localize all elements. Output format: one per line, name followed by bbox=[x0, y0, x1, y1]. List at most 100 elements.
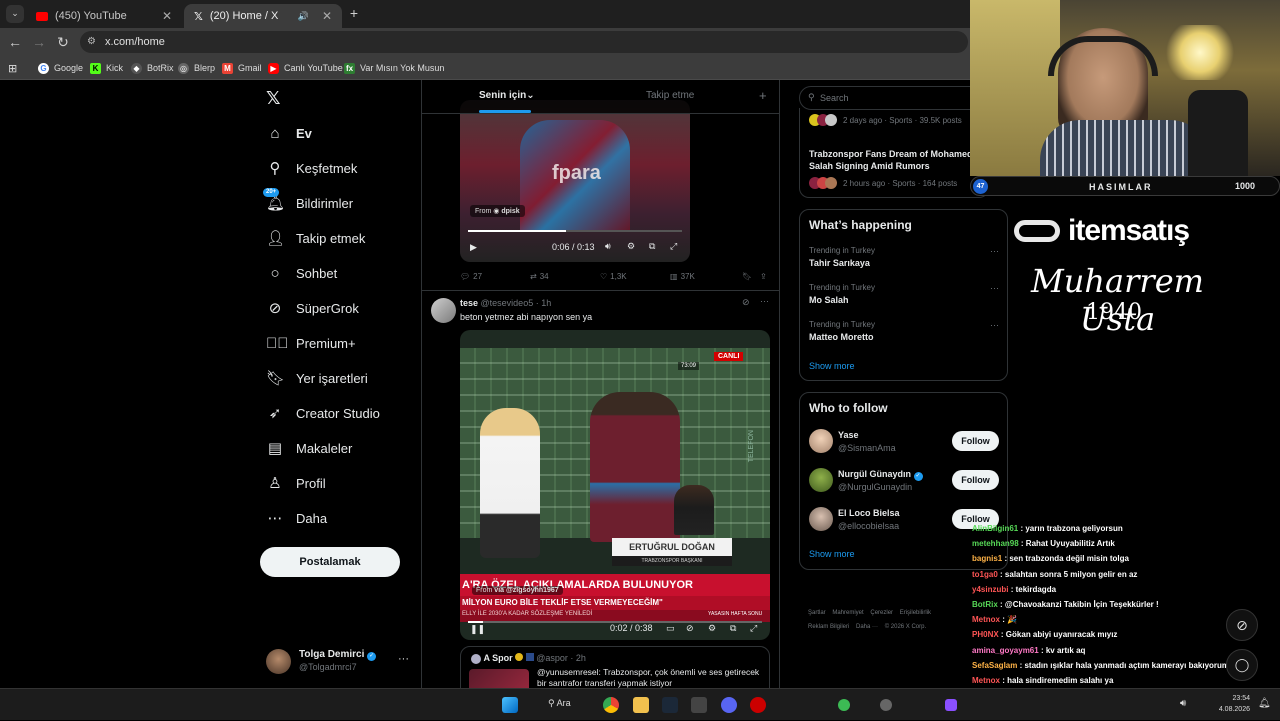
show-more-link[interactable]: Show more bbox=[809, 549, 855, 559]
video-player[interactable]: fpara From ◉ dpisk ▶ 0:06 / 0:13 🔊︎ ⚙ ⧉ … bbox=[460, 100, 690, 262]
footer-privacy[interactable]: Mahremiyet bbox=[832, 610, 863, 616]
tab-youtube[interactable]: (450) YouTube ✕ bbox=[26, 4, 182, 28]
messages-icon[interactable]: ◯ bbox=[1226, 649, 1258, 681]
chat-username[interactable]: BotRix bbox=[972, 600, 998, 609]
search-input[interactable]: ⚲ Search bbox=[799, 86, 989, 110]
notification-center-icon[interactable]: 🔔︎ bbox=[1258, 698, 1271, 709]
close-icon[interactable]: ✕ bbox=[322, 9, 332, 23]
footer-accessibility[interactable]: Erişilebilirlik bbox=[900, 610, 931, 616]
discord-icon[interactable] bbox=[721, 697, 737, 713]
bookmark-google[interactable]: G Google bbox=[38, 60, 83, 76]
forward-icon[interactable]: → bbox=[31, 34, 47, 50]
steam-icon[interactable] bbox=[662, 697, 678, 713]
x-logo-icon[interactable]: 𝕏 bbox=[266, 88, 281, 109]
site-info-icon[interactable]: ⚙ bbox=[87, 31, 96, 53]
reload-icon[interactable]: ↻ bbox=[55, 34, 71, 50]
repost-button[interactable]: ⇄ 34 bbox=[530, 272, 549, 281]
back-icon[interactable]: ← bbox=[7, 34, 23, 50]
account-switcher[interactable]: Tolga Demirci ✓ @Tolgadmrci7 ··· bbox=[266, 647, 410, 677]
video-source-label[interactable]: From ◉ dpisk bbox=[470, 205, 525, 217]
chat-username[interactable]: PH0NX bbox=[972, 630, 999, 639]
miniplayer-icon[interactable]: ⧉ bbox=[649, 241, 655, 252]
quoted-post[interactable]: A Spor @aspor · 2h @yunusemresel: Trabzo… bbox=[460, 646, 770, 688]
bookmark-kick[interactable]: K Kick bbox=[90, 60, 123, 76]
nav-creator-studio[interactable]: ➶ Creator Studio bbox=[266, 398, 380, 428]
chat-username[interactable]: amina_goyaym61 bbox=[972, 646, 1039, 655]
more-icon[interactable]: ··· bbox=[990, 283, 999, 293]
footer-terms[interactable]: Şartlar bbox=[808, 610, 826, 616]
more-icon[interactable]: ··· bbox=[398, 653, 409, 665]
address-input[interactable]: ⚙ x.com/home bbox=[80, 31, 968, 53]
nav-notifications[interactable]: 🔔︎ 20+ Bildirimler bbox=[263, 188, 353, 218]
footer-cookies[interactable]: Çerezler bbox=[870, 610, 893, 616]
close-icon[interactable]: ✕ bbox=[162, 9, 172, 23]
nav-premium[interactable]: ✓⃝ Premium+ bbox=[266, 328, 356, 358]
more-icon[interactable]: ··· bbox=[990, 320, 999, 330]
nav-explore[interactable]: ⚲ Keşfetmek bbox=[266, 153, 358, 183]
bookmark-canli-youtube[interactable]: ▶ Canlı YouTube bbox=[268, 60, 343, 76]
trend-item[interactable]: Trending in Turkey Matteo Moretto ··· bbox=[809, 320, 1004, 342]
tray-app-icon[interactable] bbox=[945, 699, 957, 711]
suggestion-name[interactable]: Nurgül Günaydın ✓ bbox=[838, 469, 923, 481]
trend-item[interactable]: Trending in Turkey Tahir Sarıkaya ··· bbox=[809, 246, 1004, 268]
video-source-label[interactable]: From via @zigsoyhn1967 bbox=[472, 586, 563, 595]
nav-more[interactable]: ⋯ Daha bbox=[266, 503, 328, 533]
author-name[interactable]: tese bbox=[460, 298, 478, 308]
author-handle[interactable]: @tesevideo5 bbox=[481, 298, 534, 308]
chat-username[interactable]: Metnox bbox=[972, 615, 1000, 624]
tab-search-button[interactable]: ⌄ bbox=[6, 5, 24, 23]
settings-icon[interactable]: ⚙ bbox=[627, 241, 635, 252]
nav-home[interactable]: ⌂ Ev bbox=[266, 118, 311, 148]
news-headline[interactable]: Trabzonspor Fans Dream of Mohamed Salah … bbox=[809, 148, 987, 172]
tray-app-icon[interactable] bbox=[838, 699, 850, 711]
miniplayer-icon[interactable]: ⧉ bbox=[730, 623, 736, 634]
bookmark-var-misin[interactable]: fx Var Mısın Yok Musun bbox=[344, 60, 444, 76]
chat-username[interactable]: SefaSaglam bbox=[972, 661, 1017, 670]
footer-ads-info[interactable]: Reklam Bilgileri bbox=[808, 624, 849, 630]
app-icon[interactable] bbox=[691, 697, 707, 713]
clock[interactable]: 23:54 4.08.2026 bbox=[1204, 693, 1250, 715]
tab-for-you[interactable]: Senin için⌄ bbox=[479, 90, 535, 101]
volume-icon[interactable]: 🔊︎ bbox=[605, 241, 611, 252]
tab-following[interactable]: Takip etme bbox=[646, 90, 694, 101]
like-button[interactable]: ♡ 1,3K bbox=[600, 272, 627, 281]
chrome-icon[interactable] bbox=[603, 697, 619, 713]
chat-username[interactable]: AlinBilgin61 bbox=[972, 524, 1018, 533]
nav-supergrok[interactable]: ⊘ SüperGrok bbox=[266, 293, 359, 323]
mute-icon[interactable]: ⊘ bbox=[686, 623, 694, 634]
post-button[interactable]: Postalamak bbox=[260, 547, 400, 577]
bookmark-gmail[interactable]: M Gmail bbox=[222, 60, 262, 76]
chat-username[interactable]: metehhan98 bbox=[972, 539, 1019, 548]
views-button[interactable]: ▥ 37K bbox=[670, 272, 695, 281]
more-icon[interactable]: ··· bbox=[760, 296, 769, 306]
file-explorer-icon[interactable] bbox=[633, 697, 649, 713]
taskbar-search[interactable]: ⚲ Ara bbox=[548, 698, 571, 709]
follow-button[interactable]: Follow bbox=[952, 431, 999, 451]
avatar[interactable] bbox=[809, 429, 833, 453]
video-player[interactable]: CANLI 73:09 TELEFON ERTUĞRUL DOĞAN TRABZ… bbox=[460, 330, 770, 640]
nav-bookmarks[interactable]: 🔖︎ Yer işaretleri bbox=[266, 363, 368, 393]
tab-x-home[interactable]: 𝕏 (20) Home / X 🔊 ✕ bbox=[184, 4, 342, 28]
follow-button[interactable]: Follow bbox=[952, 470, 999, 490]
recording-app-icon[interactable] bbox=[750, 697, 766, 713]
volume-icon[interactable]: 🔊︎ bbox=[1180, 698, 1186, 709]
chat-username[interactable]: bagnis1 bbox=[972, 554, 1002, 563]
windows-start-icon[interactable] bbox=[502, 697, 518, 713]
footer-more[interactable]: Daha ··· bbox=[856, 624, 878, 630]
bookmark-blerp[interactable]: ◎ Blerp bbox=[178, 60, 215, 76]
avatar[interactable] bbox=[809, 507, 833, 531]
new-tab-button[interactable]: + bbox=[346, 5, 362, 21]
more-icon[interactable]: ··· bbox=[990, 246, 999, 256]
chat-username[interactable]: Metnox bbox=[972, 676, 1000, 685]
apps-icon[interactable]: ⊞ bbox=[8, 60, 17, 76]
settings-icon[interactable]: ⚙ bbox=[708, 623, 716, 634]
trend-item[interactable]: Trending in Turkey Mo Salah ··· bbox=[809, 283, 1004, 305]
pause-icon[interactable]: ❚❚ bbox=[470, 624, 485, 635]
grok-icon[interactable]: ⊘ bbox=[1226, 609, 1258, 641]
grok-icon[interactable]: ⊘ bbox=[742, 297, 750, 308]
fullscreen-icon[interactable]: ⤢ bbox=[670, 241, 677, 252]
suggestion-name[interactable]: El Loco Bielsa bbox=[838, 508, 900, 518]
reply-button[interactable]: 💬︎ 27 bbox=[460, 272, 482, 281]
nav-follow[interactable]: 👤︎ Takip etmek bbox=[266, 223, 365, 253]
fullscreen-icon[interactable]: ⤢ bbox=[750, 623, 757, 634]
